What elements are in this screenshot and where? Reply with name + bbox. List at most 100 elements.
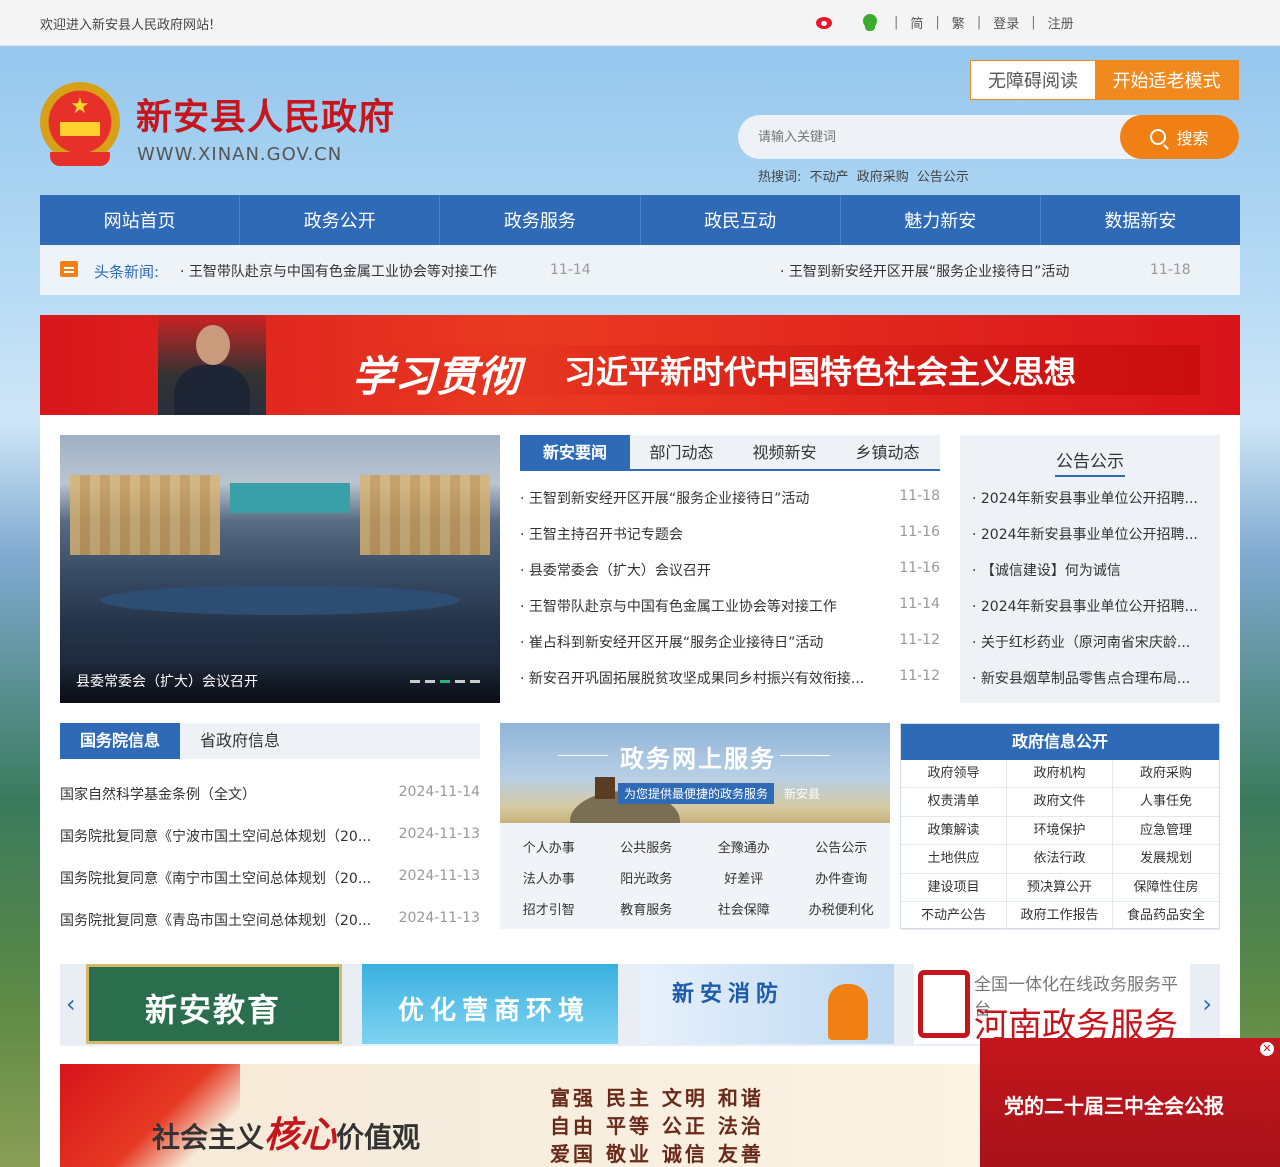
gov-info-link[interactable]: 食品药品安全 — [1113, 902, 1219, 931]
notice-link[interactable]: · 关于红杉药业（原河南省宋庆龄... — [972, 629, 1212, 665]
headline-link[interactable]: · 王智到新安经开区开展“服务企业接待日”活动 — [780, 261, 1069, 281]
gov-info-link[interactable]: 环境保护 — [1007, 816, 1113, 846]
tab-provincial-gov[interactable]: 省政府信息 — [180, 723, 300, 759]
notice-link[interactable]: · 新安县烟草制品零售点合理布局... — [972, 665, 1212, 701]
floating-popup[interactable]: ✕ 党的二十届三中全会公报 — [980, 1038, 1280, 1167]
nav-item-data-xinan[interactable]: 数据新安 — [1041, 195, 1240, 245]
core-values-banner[interactable]: 社会主义核心价值观 富强 民主 文明 和谐 自由 平等 公正 法治 爱国 敬业 … — [60, 1064, 980, 1167]
notice-link[interactable]: · 2024年新安县事业单位公开招聘... — [972, 593, 1212, 629]
gov-info-link[interactable]: 政府机构 — [1007, 760, 1113, 789]
news-link[interactable]: · 王智主持召开书记专题会 — [520, 524, 890, 544]
news-link[interactable]: · 县委常委会（扩大）会议召开 — [520, 560, 890, 580]
gov-info-link[interactable]: 政策解读 — [901, 816, 1007, 846]
traditional-chinese-link[interactable]: 繁 — [952, 13, 965, 32]
simplified-chinese-link[interactable]: 简 — [910, 13, 923, 32]
news-link[interactable]: · 新安召开巩固拓展脱贫攻坚成果同乡村振兴有效衔接... — [520, 668, 890, 688]
fire-department-link[interactable]: 新安消防 — [638, 964, 894, 1044]
study-banner[interactable]: 学习贯彻 习近平新时代中国特色社会主义思想 — [40, 315, 1240, 415]
state-news-link[interactable]: 国务院批复同意《青岛市国土空间总体规划（20... — [60, 910, 390, 930]
service-link[interactable]: 招才引智 — [500, 895, 598, 926]
state-news-link[interactable]: 国务院批复同意《宁波市国土空间总体规划（20... — [60, 826, 390, 846]
state-news-link[interactable]: 国家自然科学基金条例（全文） — [60, 784, 390, 804]
weibo-icon[interactable] — [814, 12, 836, 32]
hot-term[interactable]: 不动产 — [810, 170, 849, 185]
service-link[interactable]: 法人办事 — [500, 864, 598, 895]
notice-link[interactable]: · 【诚信建设】何为诚信 — [972, 557, 1212, 593]
gov-info-link[interactable]: 保障性住房 — [1113, 874, 1219, 902]
education-link[interactable]: 新安教育 — [86, 964, 342, 1044]
close-icon[interactable]: ✕ — [1260, 1042, 1274, 1056]
site-title[interactable]: 新安县人民政府 — [136, 88, 395, 140]
service-link[interactable]: 办件查询 — [793, 864, 891, 895]
hot-search: 热搜词: 不动产 政府采购 公告公示 — [758, 166, 973, 185]
gov-info-link[interactable]: 依法行政 — [1007, 845, 1113, 874]
gov-info-link[interactable]: 政府文件 — [1007, 788, 1113, 817]
tab-video-xinan[interactable]: 视频新安 — [733, 435, 836, 469]
carousel-dot[interactable] — [470, 680, 480, 683]
service-link[interactable]: 阳光政务 — [598, 864, 696, 895]
business-environment-link[interactable]: 优化营商环境 — [362, 964, 618, 1044]
carousel-dot[interactable] — [455, 680, 465, 683]
gov-info-link[interactable]: 政府采购 — [1113, 760, 1219, 789]
nav-item-gov-affairs[interactable]: 政务公开 — [240, 195, 441, 245]
notice-link[interactable]: · 2024年新安县事业单位公开招聘... — [972, 521, 1212, 557]
notice-title[interactable]: 公告公示 — [960, 447, 1220, 477]
tab-xinan-news[interactable]: 新安要闻 — [520, 435, 630, 469]
carousel-dot[interactable] — [425, 680, 435, 683]
gov-info-link[interactable]: 政府领导 — [901, 760, 1007, 789]
login-link[interactable]: 登录 — [993, 13, 1019, 32]
gov-info-link[interactable]: 政府工作报告 — [1007, 901, 1113, 931]
nav-item-charm-xinan[interactable]: 魅力新安 — [841, 195, 1041, 245]
tab-state-council[interactable]: 国务院信息 — [60, 723, 180, 759]
nav-item-interaction[interactable]: 政民互动 — [641, 195, 841, 245]
gov-info-link[interactable]: 预决算公开 — [1007, 873, 1113, 902]
state-news-link[interactable]: 国务院批复同意《南宁市国土空间总体规划（20... — [60, 868, 390, 888]
national-emblem-logo[interactable]: ★ — [40, 82, 120, 172]
service-link[interactable]: 好差评 — [695, 864, 793, 895]
service-link[interactable]: 社会保障 — [695, 895, 793, 926]
gov-info-title[interactable]: 政府信息公开 — [901, 724, 1219, 760]
search-button[interactable]: 搜索 — [1120, 115, 1239, 159]
chevron-right-icon[interactable]: › — [1202, 990, 1212, 1018]
hot-term[interactable]: 政府采购 — [857, 170, 909, 185]
tab-township-news[interactable]: 乡镇动态 — [836, 435, 939, 469]
news-link[interactable]: · 王智到新安经开区开展“服务企业接待日”活动 — [520, 488, 890, 508]
news-link[interactable]: · 王智带队赴京与中国有色金属工业协会等对接工作 — [520, 596, 890, 616]
gov-info-link[interactable]: 发展规划 — [1113, 845, 1219, 874]
service-link[interactable]: 个人办事 — [500, 833, 598, 864]
hot-term[interactable]: 公告公示 — [917, 170, 969, 185]
education-label: 新安教育 — [145, 991, 282, 1029]
welcome-text: 欢迎进入新安县人民政府网站! — [40, 18, 215, 33]
banner-script-text: 学习贯彻 — [352, 352, 521, 401]
elder-mode-button[interactable]: 开始适老模式 — [1095, 61, 1238, 99]
divider: | — [894, 14, 899, 30]
chevron-left-icon[interactable]: ‹ — [66, 990, 76, 1018]
gov-info-link[interactable]: 人事任免 — [1113, 788, 1219, 817]
carousel-dot-active[interactable] — [440, 680, 450, 683]
services-banner[interactable]: 政务网上服务 为您提供最便捷的政务服务 新安县 — [500, 723, 890, 823]
nav-item-home[interactable]: 网站首页 — [40, 195, 241, 245]
accessibility-button[interactable]: 无障碍阅读 — [971, 61, 1095, 99]
news-photo-carousel[interactable]: 县委常委会（扩大）会议召开 — [60, 435, 500, 703]
henan-gov-service-link[interactable]: 全国一体化在线政务服务平台 河南政务服务网 — [914, 964, 1190, 1044]
gov-info-link[interactable]: 不动产公告 — [901, 901, 1007, 931]
service-link[interactable]: 公共服务 — [598, 833, 696, 864]
nav-item-gov-services[interactable]: 政务服务 — [440, 195, 641, 245]
wechat-icon[interactable] — [860, 12, 882, 32]
tab-department-news[interactable]: 部门动态 — [630, 435, 733, 469]
register-link[interactable]: 注册 — [1048, 13, 1074, 32]
gov-info-link[interactable]: 权责清单 — [901, 788, 1007, 817]
news-link[interactable]: · 崔占科到新安经开区开展“服务企业接待日”活动 — [520, 632, 890, 652]
headline-date: 11-14 — [550, 262, 591, 278]
gov-info-link[interactable]: 土地供应 — [901, 845, 1007, 874]
carousel-dot[interactable] — [410, 680, 420, 683]
service-link[interactable]: 办税便利化 — [793, 895, 891, 926]
gov-info-link[interactable]: 建设项目 — [901, 873, 1007, 902]
service-link[interactable]: 公告公示 — [793, 833, 891, 864]
service-link[interactable]: 全豫通办 — [695, 833, 793, 864]
headline-link[interactable]: · 王智带队赴京与中国有色金属工业协会等对接工作 — [180, 261, 497, 281]
notice-link[interactable]: · 2024年新安县事业单位公开招聘... — [972, 485, 1212, 521]
service-link[interactable]: 教育服务 — [598, 895, 696, 926]
gov-info-link[interactable]: 应急管理 — [1113, 817, 1219, 846]
search-input[interactable] — [738, 115, 1138, 159]
